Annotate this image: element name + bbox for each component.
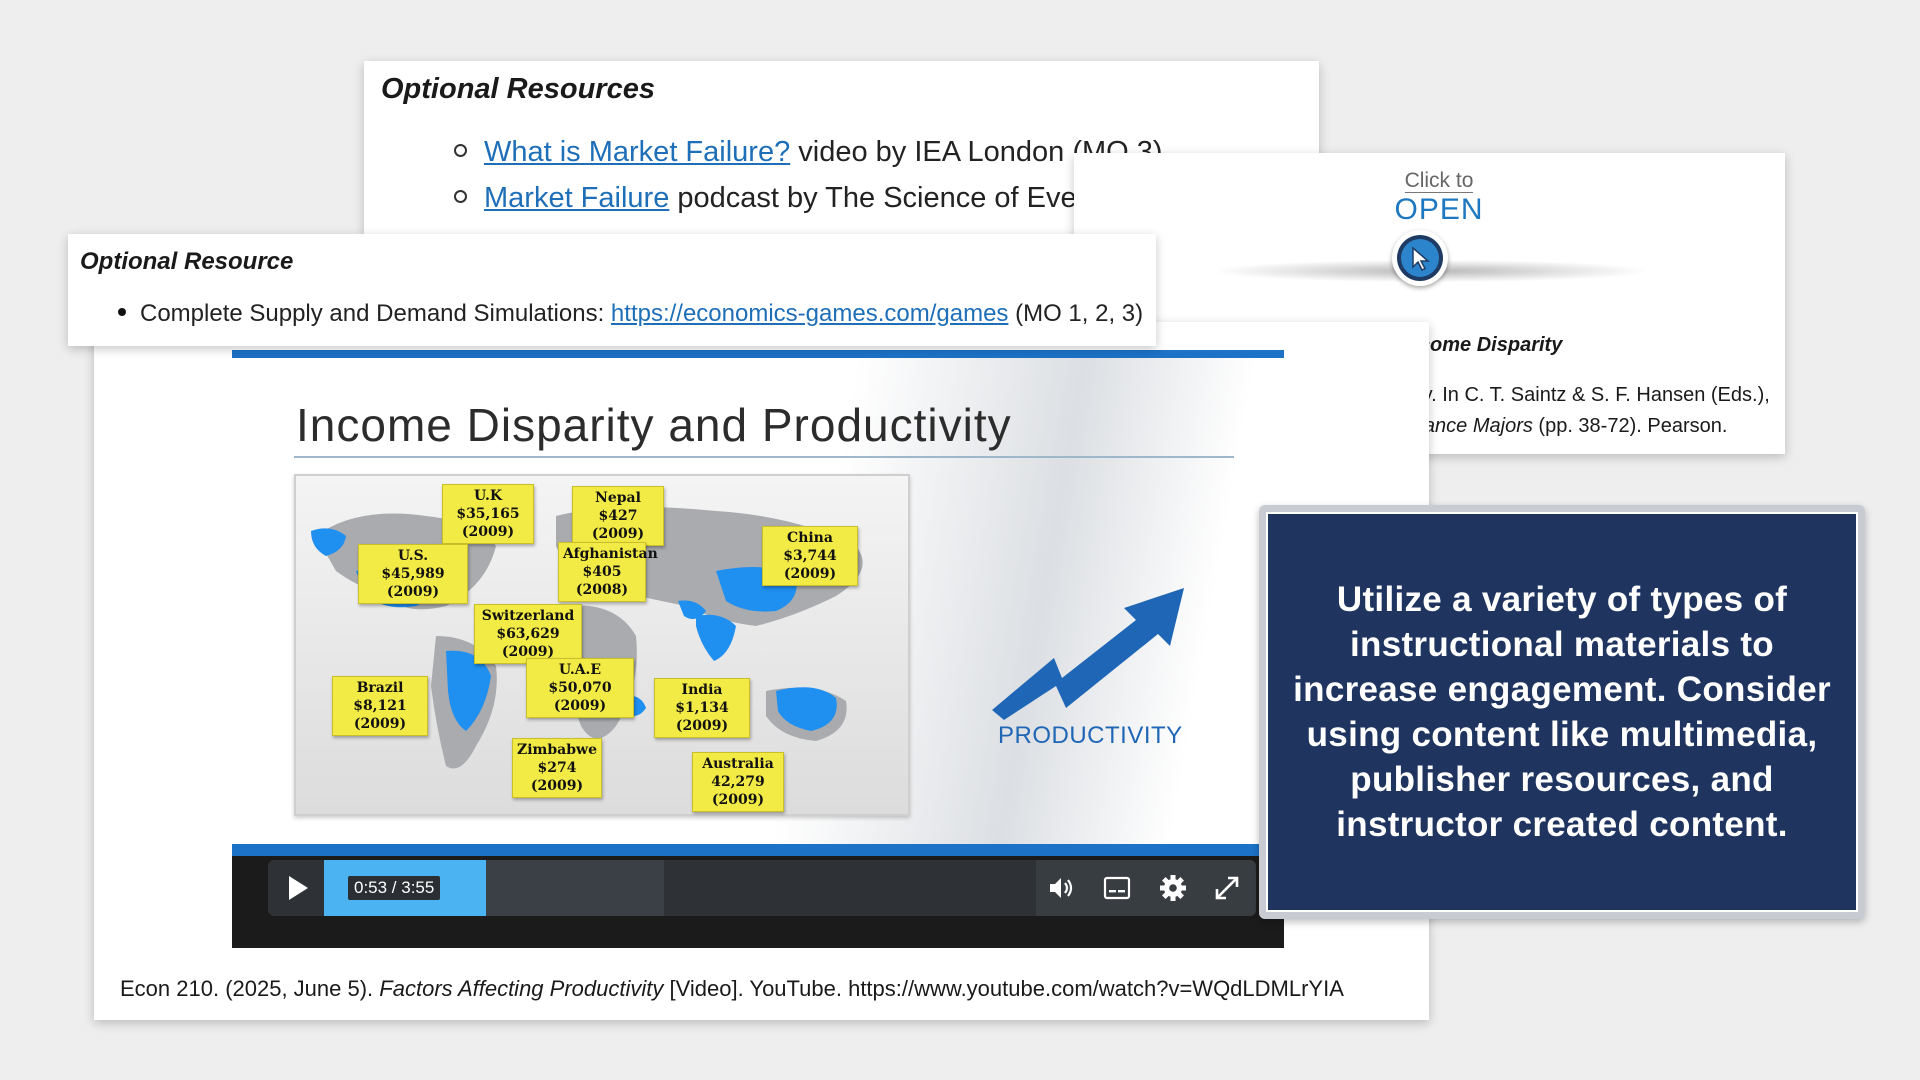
map-tag-india: India $1,134 (2009) [654, 678, 750, 738]
optional-resource-card: Optional Resource Complete Supply and De… [68, 234, 1156, 346]
market-failure-video-link[interactable]: What is Market Failure? [484, 136, 790, 168]
open-button[interactable] [1392, 230, 1448, 286]
player-icon-group [1036, 860, 1256, 916]
map-tag-nepal: Nepal $427 (2009) [572, 486, 664, 546]
market-failure-podcast-link[interactable]: Market Failure [484, 182, 669, 214]
slide-title-underline [294, 456, 1234, 458]
progress-buffered[interactable] [486, 860, 664, 916]
productivity-arrow-icon [992, 588, 1184, 720]
video-citation: Econ 210. (2025, June 5). Factors Affect… [120, 976, 1344, 1001]
play-icon [289, 876, 308, 900]
map-tag-afghanistan: Afghanistan $405 (2008) [558, 542, 658, 602]
map-tag-zimbabwe: Zimbabwe $274 (2009) [512, 738, 602, 798]
video-accent-line [232, 844, 1284, 856]
cursor-icon [1412, 246, 1431, 272]
optional-resource-heading: Optional Resource [80, 248, 294, 275]
productivity-label: PRODUCTIVITY [998, 722, 1183, 749]
optional-resources-heading: Optional Resources [381, 73, 655, 105]
settings-gear-icon[interactable] [1158, 873, 1188, 903]
click-to-label: Click to [1404, 169, 1474, 193]
map-tag-uk: U.K $35,165 (2009) [442, 484, 534, 544]
tip-callout-text: Utilize a variety of types of instructio… [1293, 580, 1831, 844]
map-tag-uae: U.A.E $50,070 (2009) [526, 658, 634, 718]
map-tag-china: China $3,744 (2009) [762, 526, 858, 586]
video-top-bar [232, 350, 1284, 358]
optional-resource-list: Complete Supply and Demand Simulations: … [118, 300, 1143, 328]
economics-games-link[interactable]: https://economics-games.com/games [611, 300, 1009, 327]
play-button[interactable] [268, 860, 324, 916]
fullscreen-icon[interactable] [1212, 873, 1242, 903]
tip-callout: Utilize a variety of types of instructio… [1259, 505, 1865, 919]
map-tag-us: U.S. $45,989 (2009) [358, 544, 468, 604]
map-tag-brazil: Brazil $8,121 (2009) [332, 676, 428, 736]
world-map: U.K $35,165 (2009) Nepal $427 (2009) U.S. $… [294, 474, 910, 816]
map-tag-switzerland: Switzerland $63,629 (2009) [474, 604, 582, 664]
open-label[interactable]: OPEN [1374, 193, 1504, 227]
video-control-bar[interactable]: 0:53 / 3:55 [268, 860, 1256, 916]
list-item: Complete Supply and Demand Simulations: … [118, 300, 1143, 328]
captions-icon[interactable] [1102, 873, 1132, 903]
time-display: 0:53 / 3:55 [348, 876, 441, 900]
slide-title: Income Disparity and Productivity [296, 399, 1012, 451]
video-player[interactable]: Income Disparity and Productivity U.K $3… [232, 350, 1284, 948]
volume-icon[interactable] [1046, 873, 1076, 903]
map-tag-australia: Australia 42,279 (2009) [692, 752, 784, 812]
